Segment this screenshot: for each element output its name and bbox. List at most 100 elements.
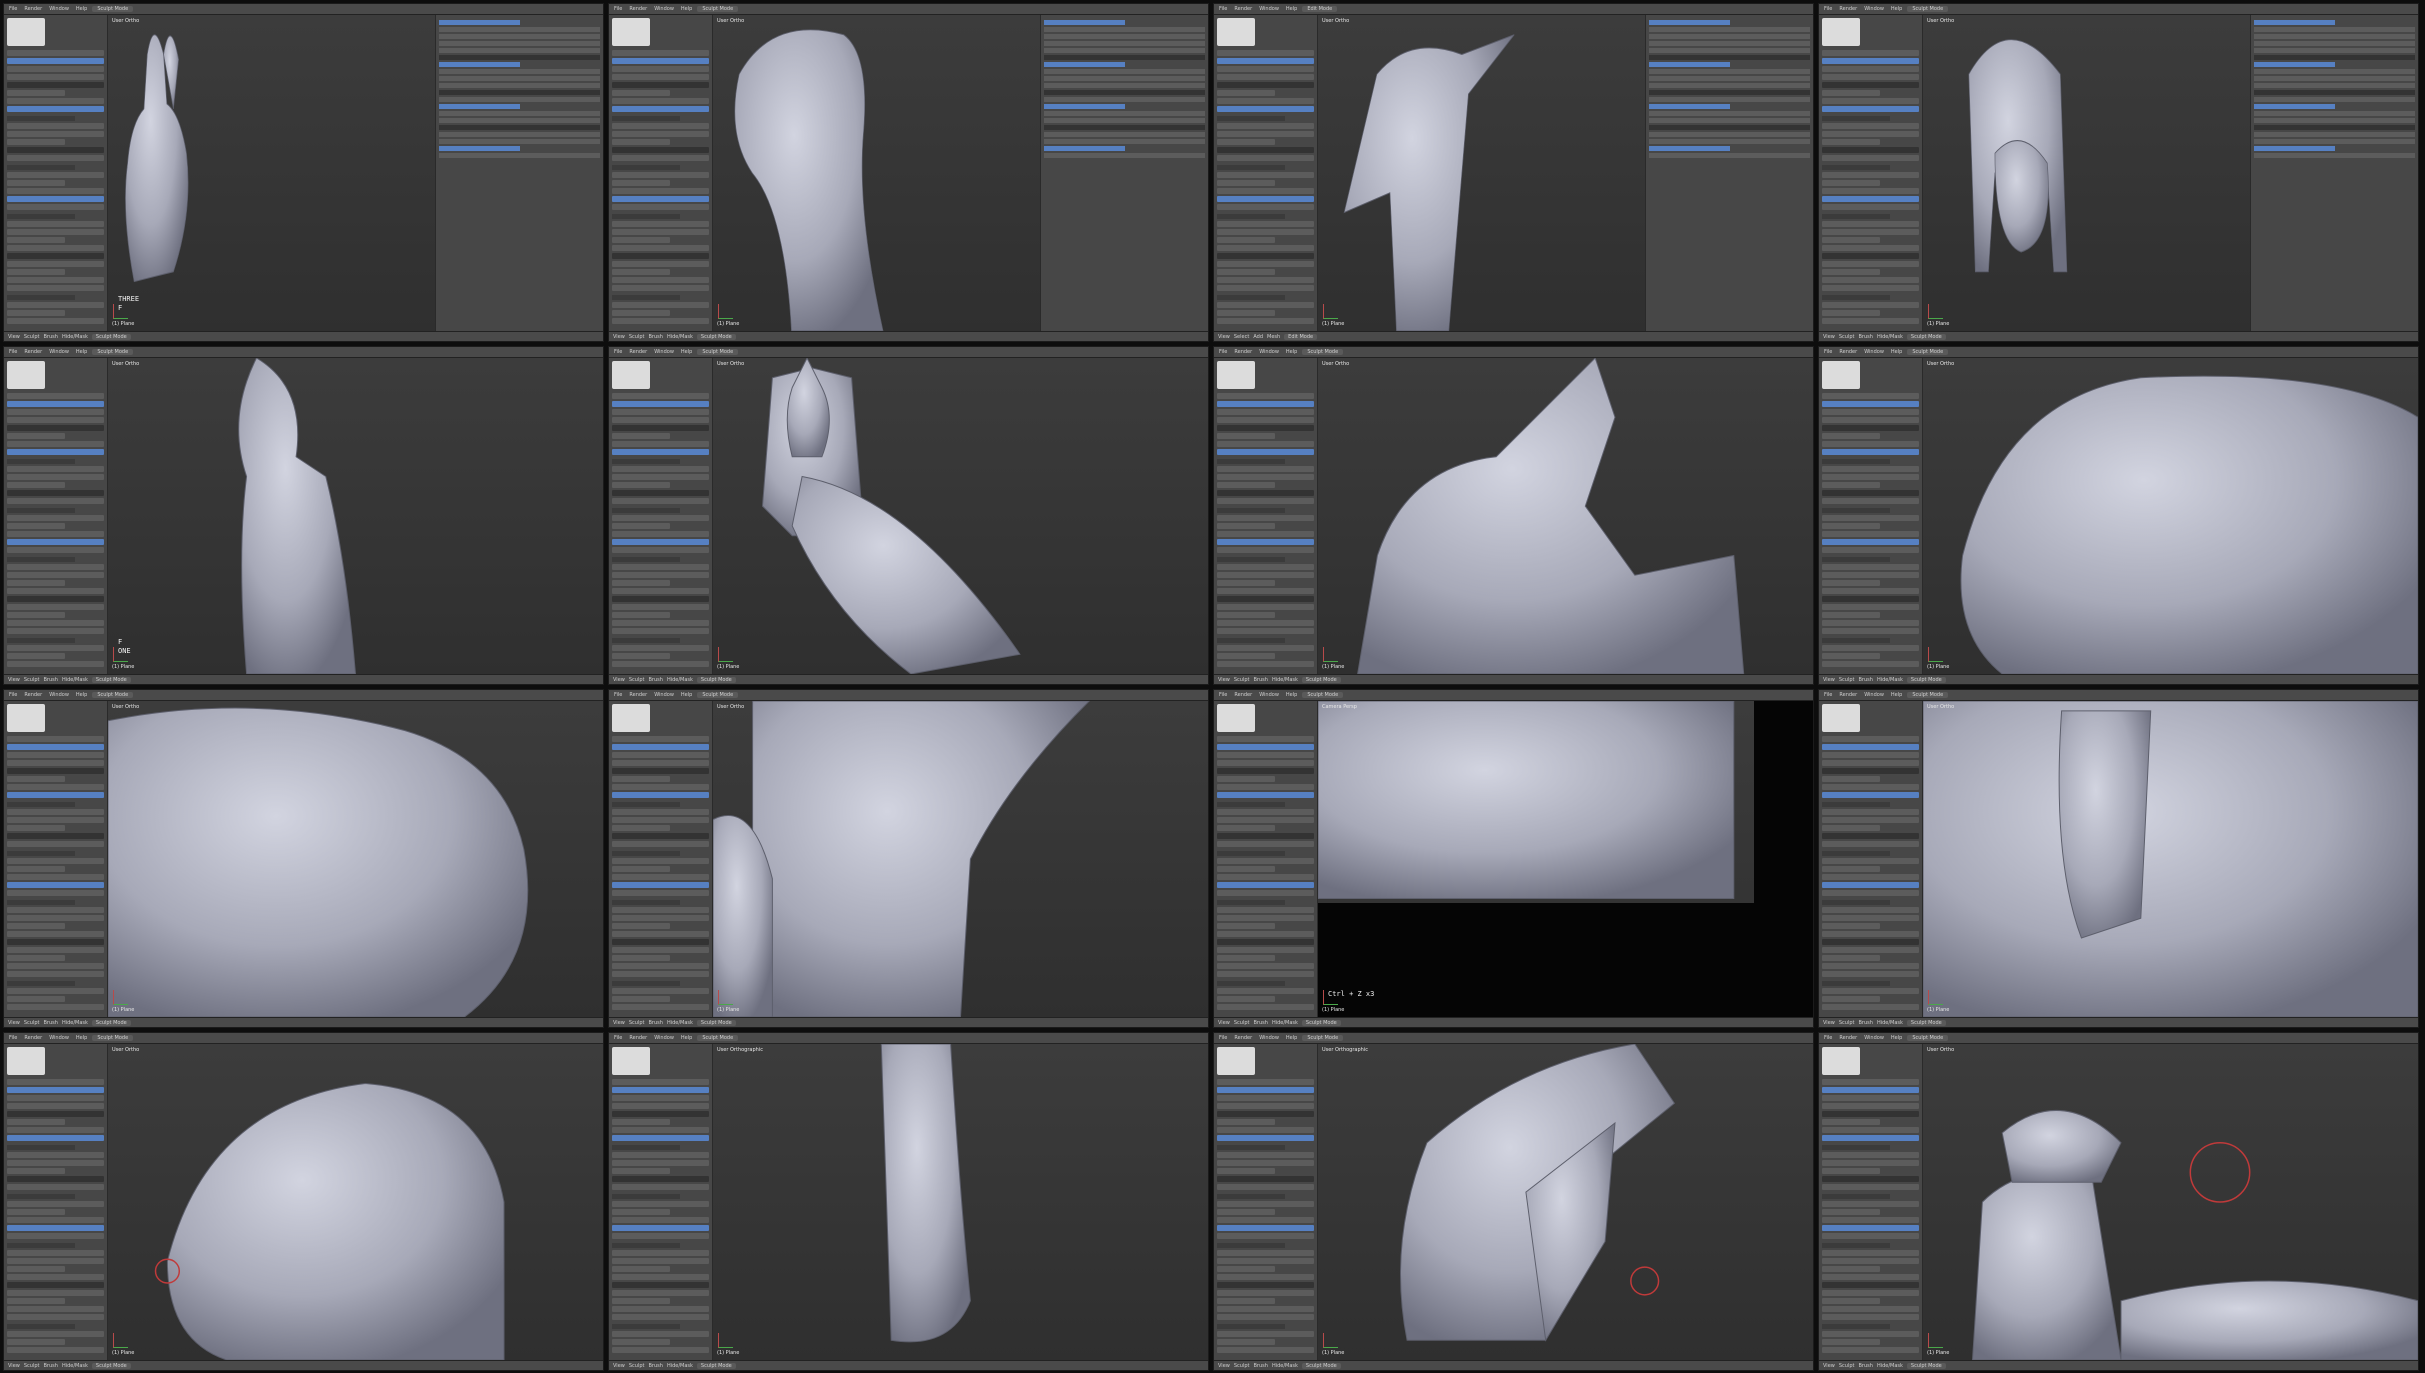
panel-header[interactable] bbox=[612, 638, 680, 643]
menu-window[interactable]: Window bbox=[1257, 692, 1281, 698]
menu-view[interactable]: View bbox=[1823, 1020, 1835, 1026]
panel-header[interactable] bbox=[1217, 802, 1285, 807]
tool-setting[interactable] bbox=[7, 923, 66, 929]
tool-setting[interactable] bbox=[1822, 221, 1919, 227]
tool-setting[interactable] bbox=[612, 931, 709, 937]
property-row[interactable] bbox=[1649, 41, 1810, 46]
tool-setting[interactable] bbox=[1822, 1095, 1919, 1101]
menu-render[interactable]: Render bbox=[1837, 6, 1859, 12]
tool-setting[interactable] bbox=[1822, 645, 1919, 651]
tool-setting[interactable] bbox=[1217, 736, 1314, 742]
tool-setting[interactable] bbox=[1217, 515, 1314, 521]
tool-setting[interactable] bbox=[1217, 1306, 1314, 1312]
tool-setting[interactable] bbox=[612, 1209, 671, 1215]
tool-setting[interactable] bbox=[7, 1258, 104, 1264]
tool-setting[interactable] bbox=[1822, 963, 1919, 969]
menu-hide-mask[interactable]: Hide/Mask bbox=[667, 1363, 693, 1369]
tool-setting[interactable] bbox=[7, 490, 104, 496]
bottom-mode-selector[interactable]: Sculpt Mode bbox=[91, 1019, 131, 1026]
panel-header[interactable] bbox=[1217, 638, 1285, 643]
tool-setting[interactable] bbox=[1217, 433, 1276, 439]
3d-viewport[interactable]: User Ortho (1) Plane bbox=[1318, 358, 1813, 674]
property-row[interactable] bbox=[439, 132, 600, 137]
property-row[interactable] bbox=[2254, 76, 2415, 81]
tool-setting[interactable] bbox=[1217, 1209, 1276, 1215]
sculpt-model[interactable] bbox=[1318, 1044, 1813, 1360]
panel-header[interactable] bbox=[1822, 638, 1890, 643]
tool-setting[interactable] bbox=[612, 1087, 709, 1093]
menu-hide-mask[interactable]: Hide/Mask bbox=[667, 677, 693, 683]
tool-setting[interactable] bbox=[1217, 963, 1314, 969]
tool-setting[interactable] bbox=[1822, 196, 1919, 202]
property-row[interactable] bbox=[1044, 62, 1125, 67]
panel-header[interactable] bbox=[7, 802, 75, 807]
tool-setting[interactable] bbox=[612, 955, 671, 961]
property-row[interactable] bbox=[2254, 34, 2415, 39]
tool-setting[interactable] bbox=[1822, 866, 1881, 872]
menu-render[interactable]: Render bbox=[1837, 1035, 1859, 1041]
bottom-mode-selector[interactable]: Sculpt Mode bbox=[1906, 676, 1946, 683]
sculpt-model[interactable] bbox=[108, 358, 603, 674]
tool-setting[interactable] bbox=[612, 531, 709, 537]
tool-setting[interactable] bbox=[1217, 237, 1276, 243]
menu-sculpt[interactable]: Sculpt bbox=[24, 1020, 40, 1026]
panel-header[interactable] bbox=[7, 165, 75, 170]
tool-setting[interactable] bbox=[7, 752, 104, 758]
tool-setting[interactable] bbox=[1217, 1233, 1314, 1239]
tool-setting[interactable] bbox=[1217, 441, 1314, 447]
mode-selector[interactable]: Sculpt Mode bbox=[1907, 1035, 1949, 1041]
menu-help[interactable]: Help bbox=[679, 1035, 694, 1041]
menu-view[interactable]: View bbox=[1823, 1363, 1835, 1369]
tool-setting[interactable] bbox=[612, 147, 709, 153]
tool-setting[interactable] bbox=[1822, 1160, 1919, 1166]
tool-setting[interactable] bbox=[1217, 310, 1276, 316]
menu-view[interactable]: View bbox=[1218, 334, 1230, 340]
tool-setting[interactable] bbox=[612, 90, 671, 96]
menu-help[interactable]: Help bbox=[1889, 6, 1904, 12]
tool-setting[interactable] bbox=[1217, 988, 1314, 994]
menu-window[interactable]: Window bbox=[652, 349, 676, 355]
panel-header[interactable] bbox=[612, 557, 680, 562]
panel-header[interactable] bbox=[1217, 165, 1285, 170]
menu-view[interactable]: View bbox=[613, 677, 625, 683]
tool-setting[interactable] bbox=[7, 736, 104, 742]
menu-render[interactable]: Render bbox=[627, 692, 649, 698]
menu-file[interactable]: File bbox=[1822, 1035, 1834, 1041]
property-row[interactable] bbox=[1649, 132, 1810, 137]
tool-setting[interactable] bbox=[1217, 1314, 1314, 1320]
tool-setting[interactable] bbox=[1217, 50, 1314, 56]
tool-setting[interactable] bbox=[1217, 1184, 1314, 1190]
sculpt-model[interactable] bbox=[713, 1044, 1208, 1360]
tool-setting[interactable] bbox=[1217, 277, 1314, 283]
tool-setting[interactable] bbox=[612, 1282, 709, 1288]
tool-setting[interactable] bbox=[1217, 744, 1314, 750]
brush-thumbnail-icon[interactable] bbox=[1217, 1047, 1255, 1075]
property-row[interactable] bbox=[439, 20, 520, 25]
menu-hide-mask[interactable]: Hide/Mask bbox=[1877, 1020, 1903, 1026]
tool-setting[interactable] bbox=[1822, 90, 1881, 96]
tool-setting[interactable] bbox=[1822, 915, 1919, 921]
tool-setting[interactable] bbox=[7, 1306, 104, 1312]
tool-setting[interactable] bbox=[1217, 82, 1314, 88]
property-row[interactable] bbox=[1649, 153, 1810, 158]
sculpt-model[interactable] bbox=[1923, 358, 2418, 674]
tool-setting[interactable] bbox=[1217, 466, 1314, 472]
tool-setting[interactable] bbox=[1822, 1135, 1919, 1141]
panel-header[interactable] bbox=[7, 851, 75, 856]
3d-viewport[interactable]: User Ortho (1) Plane bbox=[1318, 15, 1645, 331]
tool-setting[interactable] bbox=[7, 58, 104, 64]
tool-setting[interactable] bbox=[612, 539, 709, 545]
tool-setting[interactable] bbox=[612, 1347, 709, 1353]
outliner-properties-panel[interactable] bbox=[2250, 15, 2418, 331]
menu-view[interactable]: View bbox=[613, 334, 625, 340]
tool-setting[interactable] bbox=[612, 1258, 709, 1264]
tool-setting[interactable] bbox=[1822, 74, 1919, 80]
property-row[interactable] bbox=[439, 125, 600, 130]
property-row[interactable] bbox=[439, 90, 600, 95]
menu-brush[interactable]: Brush bbox=[649, 677, 663, 683]
menu-view[interactable]: View bbox=[1218, 1020, 1230, 1026]
tool-setting[interactable] bbox=[7, 874, 104, 880]
tool-setting[interactable] bbox=[612, 425, 709, 431]
menu-brush[interactable]: Brush bbox=[1859, 1363, 1873, 1369]
tool-setting[interactable] bbox=[612, 1004, 709, 1010]
